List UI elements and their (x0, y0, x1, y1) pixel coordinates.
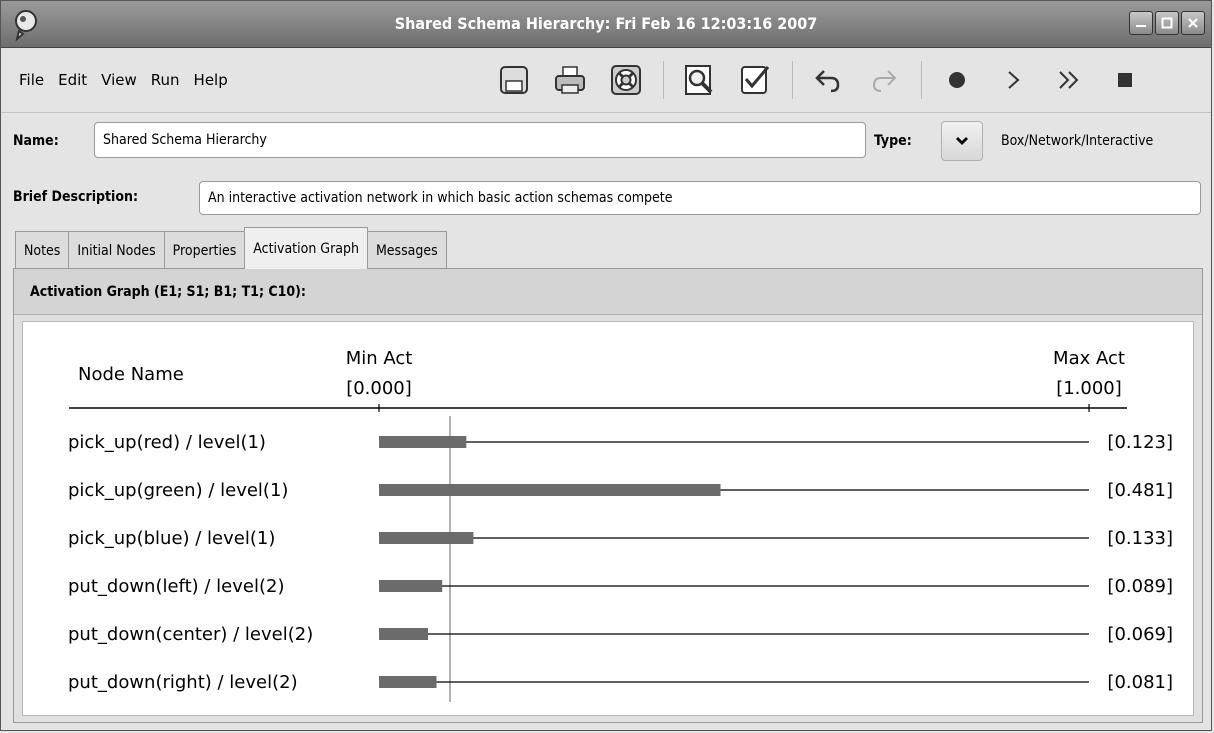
node-label: put_down(center) / level(2) (68, 624, 313, 645)
activation-value: [0.089] (1107, 576, 1173, 597)
activation-value: [0.123] (1107, 432, 1173, 453)
tab-properties[interactable]: Properties (163, 231, 246, 269)
close-icon (1188, 18, 1198, 28)
step-icon (1008, 71, 1020, 89)
lifebuoy-icon (611, 65, 641, 95)
redo-icon (872, 70, 897, 92)
activation-bar (379, 580, 443, 592)
max-act-value: [1.000] (1056, 378, 1122, 399)
menu-edit[interactable]: Edit (58, 71, 101, 89)
activation-bar (379, 484, 721, 496)
activation-bar (379, 676, 437, 688)
toolbar-separator (663, 61, 664, 99)
name-label: Name: (13, 133, 59, 149)
menu-bar: File Edit View Run Help (19, 48, 242, 112)
tab-initial-nodes[interactable]: Initial Nodes (68, 231, 165, 269)
activation-bar (379, 628, 428, 640)
toolbar-separator (792, 61, 793, 99)
validate-icon (741, 66, 770, 94)
maximize-icon (1161, 17, 1173, 29)
activation-value: [0.481] (1107, 480, 1173, 501)
node-label: pick_up(green) / level(1) (68, 480, 288, 501)
name-field[interactable]: Shared Schema Hierarchy (94, 122, 866, 158)
tab-activation-graph[interactable]: Activation Graph (244, 227, 368, 269)
activation-value: [0.069] (1107, 624, 1173, 645)
menu-toolbar-row: File Edit View Run Help (1, 48, 1211, 113)
maximize-button[interactable] (1155, 11, 1179, 35)
find-icon (685, 65, 713, 95)
tab-bar: Notes Initial Nodes Properties Activatio… (15, 227, 447, 269)
panel-header: Activation Graph (E1; S1; B1; T1; C10): (14, 269, 1202, 315)
undo-icon (815, 70, 840, 93)
node-label: pick_up(blue) / level(1) (68, 528, 275, 549)
fast-forward-button[interactable] (1046, 60, 1092, 100)
step-button[interactable] (990, 60, 1036, 100)
menu-run[interactable]: Run (151, 71, 194, 89)
minimize-icon (1136, 25, 1146, 27)
activation-bar (379, 532, 474, 544)
brief-description-field[interactable]: An interactive activation network in whi… (199, 181, 1201, 215)
type-label: Type: (874, 133, 912, 149)
chevron-down-icon (956, 137, 968, 145)
minimize-button[interactable] (1129, 11, 1153, 35)
fast-forward-icon (1059, 71, 1079, 89)
undo-button[interactable] (805, 60, 851, 100)
min-act-label: Min Act (346, 348, 413, 369)
activation-graph: Node Name Min Act [0.000] Max Act [1.000] pic… (22, 321, 1194, 716)
type-dropdown-button[interactable] (941, 121, 983, 161)
app-window: Shared Schema Hierarchy: Fri Feb 16 12:0… (0, 0, 1212, 731)
menu-file[interactable]: File (19, 71, 58, 89)
window-title: Shared Schema Hierarchy: Fri Feb 16 12:0… (394, 14, 818, 33)
redo-button[interactable] (861, 60, 907, 100)
stop-button[interactable] (1102, 60, 1148, 100)
stop-icon (1118, 73, 1132, 87)
menu-view[interactable]: View (101, 71, 151, 89)
close-button[interactable] (1181, 11, 1205, 35)
save-icon (500, 66, 528, 94)
tab-notes[interactable]: Notes (15, 231, 70, 269)
toolbar-separator (921, 61, 922, 99)
type-value: Box/Network/Interactive (1001, 133, 1154, 149)
node-label: pick_up(red) / level(1) (68, 432, 266, 453)
help-lifebuoy-button[interactable] (603, 60, 649, 100)
menu-help[interactable]: Help (194, 71, 242, 89)
activation-value: [0.133] (1107, 528, 1173, 549)
node-label: put_down(right) / level(2) (68, 672, 298, 693)
validate-button[interactable] (732, 60, 778, 100)
activation-bar (379, 436, 467, 448)
node-name-header: Node Name (78, 364, 184, 385)
title-bar[interactable]: Shared Schema Hierarchy: Fri Feb 16 12:0… (1, 1, 1211, 48)
max-act-label: Max Act (1053, 348, 1125, 369)
print-button[interactable] (547, 60, 593, 100)
record-button[interactable] (934, 60, 980, 100)
activation-value: [0.081] (1107, 672, 1173, 693)
brief-description-label: Brief Description: (13, 189, 139, 205)
tab-messages[interactable]: Messages (366, 231, 447, 269)
toolbar (491, 58, 1158, 102)
node-label: put_down(left) / level(2) (68, 576, 284, 597)
record-icon (949, 72, 965, 88)
activation-chart: Node Name Min Act [0.000] Max Act [1.000] pic… (68, 348, 1173, 702)
min-act-value: [0.000] (346, 378, 412, 399)
activation-graph-panel: Activation Graph (E1; S1; B1; T1; C10): … (13, 268, 1203, 723)
print-icon (555, 66, 585, 94)
find-button[interactable] (676, 60, 722, 100)
save-button[interactable] (491, 60, 537, 100)
